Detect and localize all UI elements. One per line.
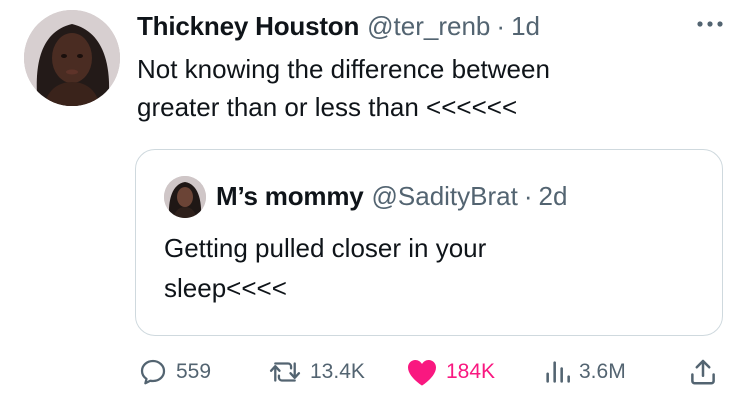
- bar-chart-icon: [546, 361, 570, 383]
- quoted-tweet-text: Getting pulled closer in your sleep<<<<: [164, 233, 487, 303]
- tweet-timestamp[interactable]: 1d: [511, 11, 540, 42]
- like-button[interactable]: 184K: [406, 352, 495, 392]
- retweet-count: 13.4K: [310, 360, 365, 383]
- author-handle[interactable]: @ter_renb: [367, 11, 490, 42]
- tweet-header: Thickney Houston @ter_renb · 1d: [137, 8, 540, 44]
- tweet-text: Not knowing the difference between great…: [137, 54, 550, 122]
- reply-button[interactable]: 559: [138, 352, 211, 392]
- quoted-author-handle[interactable]: @SadityBrat: [372, 181, 518, 212]
- share-button[interactable]: [688, 352, 718, 392]
- reply-bubble-icon: [140, 359, 166, 385]
- retweet-button[interactable]: 13.4K: [268, 352, 365, 392]
- quoted-tweet-header: M’s mommy @SadityBrat · 2d: [216, 178, 567, 214]
- author-avatar[interactable]: [24, 10, 120, 106]
- views-button[interactable]: 3.6M: [543, 352, 626, 392]
- share-upload-icon: [691, 359, 715, 385]
- retweet-icon: [269, 362, 301, 382]
- views-count: 3.6M: [579, 360, 626, 383]
- header-separator: ·: [496, 10, 506, 41]
- quoted-author-name[interactable]: M’s mommy: [216, 181, 364, 212]
- quoted-tweet-card[interactable]: M’s mommy @SadityBrat · 2d Getting pulle…: [135, 149, 723, 336]
- more-horizontal-icon: [697, 21, 723, 27]
- reply-count: 559: [176, 360, 212, 383]
- quoted-author-avatar-image: [164, 176, 206, 218]
- more-options-button[interactable]: [692, 10, 728, 38]
- tweet-action-bar: 559 13.4K 184K 3.6M: [0, 352, 750, 392]
- quoted-author-avatar[interactable]: [164, 176, 206, 218]
- heart-filled-icon: [408, 360, 436, 386]
- quoted-header-separator: ·: [523, 180, 533, 211]
- author-avatar-image: [24, 10, 120, 106]
- quoted-tweet-timestamp[interactable]: 2d: [539, 181, 568, 212]
- like-count: 184K: [446, 360, 496, 383]
- author-name[interactable]: Thickney Houston: [137, 11, 359, 42]
